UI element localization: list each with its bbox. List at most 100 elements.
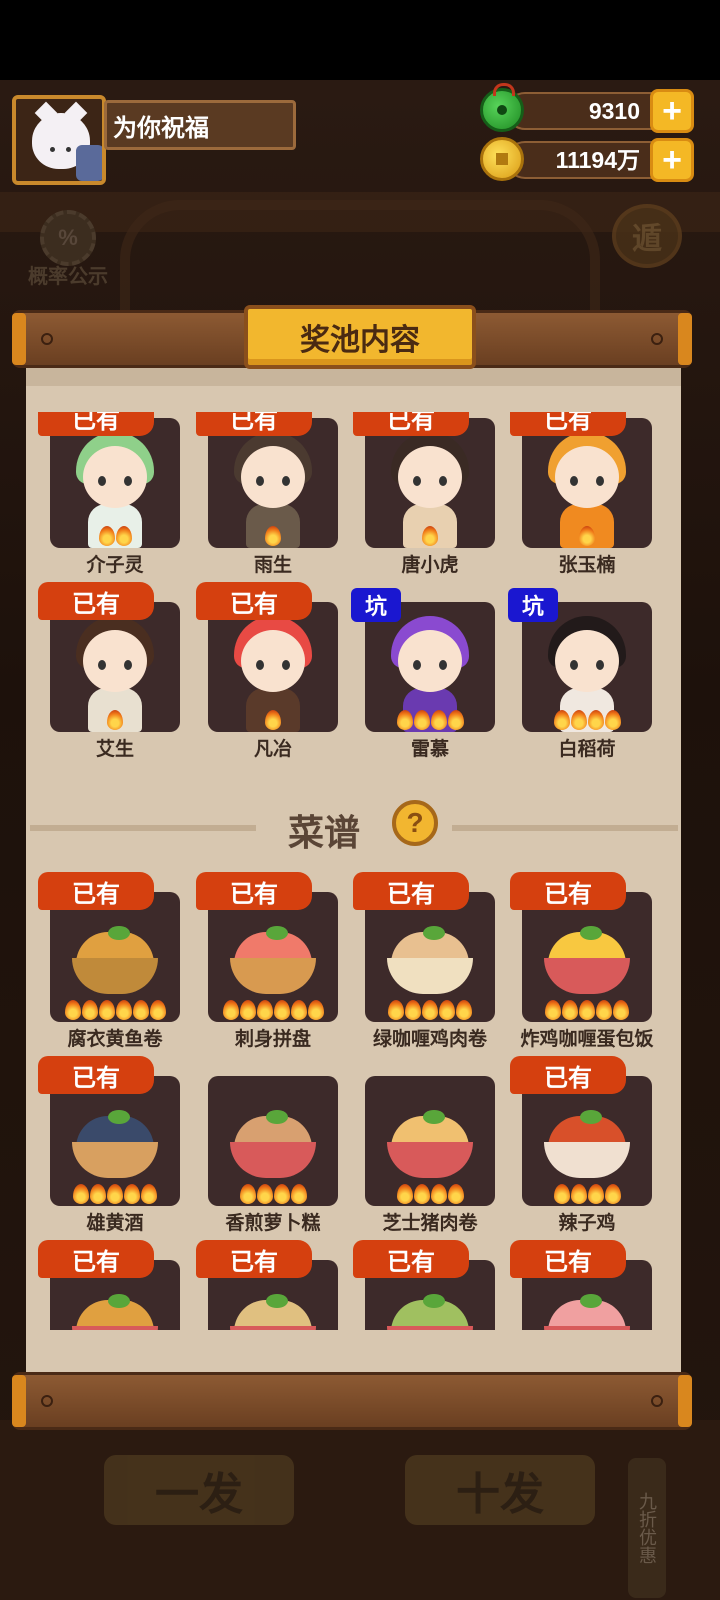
flame-icon [239, 1000, 256, 1020]
eye-icon [439, 476, 447, 486]
pit-badge: 坑 [508, 588, 558, 622]
recipe-item[interactable]: 已有 [38, 1240, 182, 1330]
owned-badge: 已有 [353, 412, 469, 436]
recipe-card [365, 1076, 495, 1206]
character-face [83, 446, 147, 508]
flame-icon [613, 1000, 629, 1020]
character-face [555, 446, 619, 508]
gear-icon: % [40, 210, 96, 266]
ten-draw-button[interactable]: 十发 [405, 1455, 595, 1525]
character-item[interactable]: 已有 艾生 [38, 582, 182, 762]
flame-icon [107, 710, 123, 730]
flame-icon [456, 1000, 472, 1020]
recipe-item[interactable]: 已有 [353, 1240, 497, 1330]
recipe-item[interactable]: 已有 刺身拼盘 [196, 872, 340, 1052]
flame-icon [430, 710, 447, 730]
flame-icon [115, 1000, 132, 1020]
owned-badge: 已有 [38, 1056, 154, 1094]
eye-icon [282, 660, 290, 670]
eye-icon [596, 476, 604, 486]
character-card [208, 418, 338, 548]
flame-icon [579, 1000, 595, 1020]
flame-icon [604, 710, 621, 730]
garnish-icon [423, 1110, 445, 1124]
flame-icon [307, 1000, 324, 1020]
avatar[interactable] [12, 95, 106, 185]
flame-icon [405, 1000, 421, 1020]
owned-badge: 已有 [353, 1240, 469, 1278]
recipe-item[interactable]: 已有 [196, 1240, 340, 1330]
recipe-item[interactable]: 芝士猪肉卷 [365, 1076, 497, 1236]
flame-icon [430, 1184, 447, 1204]
flame-icon [265, 526, 281, 546]
recipe-card [50, 892, 180, 1022]
flame-icon [447, 1184, 464, 1204]
rarity-flames [208, 1184, 338, 1204]
flame-icon [90, 1184, 106, 1204]
character-face [83, 630, 147, 692]
recipe-item[interactable]: 已有 腐衣黄鱼卷 [38, 872, 182, 1052]
recipe-item[interactable]: 已有 [510, 1240, 654, 1330]
rarity-flames [522, 710, 652, 730]
flame-icon [579, 526, 595, 546]
character-item[interactable]: 已有 张玉楠 [510, 412, 654, 578]
character-item[interactable]: 坑雷慕 [351, 588, 497, 762]
flame-icon [439, 1000, 455, 1020]
flame-icon [132, 1000, 149, 1020]
garnish-icon [108, 926, 130, 940]
recipe-item[interactable]: 已有 绿咖喱鸡肉卷 [353, 872, 497, 1052]
flame-icon [604, 1184, 621, 1204]
rarity-flames [365, 526, 495, 546]
escape-button[interactable]: 遁 [612, 204, 682, 268]
help-icon[interactable]: ? [392, 800, 438, 846]
character-item[interactable]: 已有 凡冶 [196, 582, 340, 762]
character-card [50, 418, 180, 548]
garnish-icon [580, 1294, 602, 1308]
flame-icon [396, 1184, 413, 1204]
flame-icon [98, 1000, 115, 1020]
flame-icon [570, 710, 587, 730]
character-item[interactable]: 坑白稻荷 [508, 588, 654, 762]
character-card [50, 602, 180, 732]
flame-icon [239, 1184, 256, 1204]
flame-icon [562, 1000, 578, 1020]
flame-icon [290, 1000, 307, 1020]
flame-icon [256, 1184, 273, 1204]
add-jade-button[interactable]: + [650, 89, 694, 133]
recipe-item[interactable]: 香煎萝卜糕 [208, 1076, 340, 1236]
bowl-icon [387, 958, 473, 994]
flame-icon [256, 1000, 273, 1020]
flame-icon [396, 710, 413, 730]
recipe-item[interactable]: 已有 炸鸡咖喱蛋包饭 [510, 872, 654, 1052]
probability-button[interactable]: % 概率公示 [22, 210, 114, 289]
recipe-item[interactable]: 已有 雄黄酒 [38, 1056, 182, 1236]
pool-scroll-area[interactable]: 已有 介子灵 已有 雨生 已有 唐小虎 已有 张玉楠已有 艾生 已有 凡冶坑雷慕坑白稻荷 已有 腐衣黄… [0, 412, 720, 1330]
garnish-icon [580, 926, 602, 940]
recipe-card [522, 1076, 652, 1206]
character-face [241, 630, 305, 692]
flame-icon [587, 710, 604, 730]
flame-icon [265, 710, 281, 730]
single-draw-button[interactable]: 一发 [104, 1455, 294, 1525]
character-item[interactable]: 已有 唐小虎 [353, 412, 497, 578]
character-item[interactable]: 已有 介子灵 [38, 412, 182, 578]
rarity-flames [50, 1184, 180, 1204]
owned-badge: 已有 [38, 872, 154, 910]
eye-icon [413, 476, 421, 486]
garnish-icon [423, 926, 445, 940]
recipes-title: 菜谱 [288, 812, 361, 853]
owned-badge: 已有 [196, 872, 312, 910]
character-item[interactable]: 已有 雨生 [196, 412, 340, 578]
eye-icon [256, 660, 264, 670]
flame-icon [413, 1184, 430, 1204]
panel-title: 奖池内容 [244, 305, 476, 369]
flame-icon [290, 1184, 307, 1204]
bowl-icon [387, 1142, 473, 1178]
rarity-flames [522, 526, 652, 546]
bowl-icon [544, 1142, 630, 1178]
eye-icon [124, 660, 132, 670]
recipe-item[interactable]: 已有 辣子鸡 [510, 1056, 654, 1236]
owned-badge: 已有 [196, 1240, 312, 1278]
garnish-icon [423, 1294, 445, 1308]
add-gold-button[interactable]: + [650, 138, 694, 182]
